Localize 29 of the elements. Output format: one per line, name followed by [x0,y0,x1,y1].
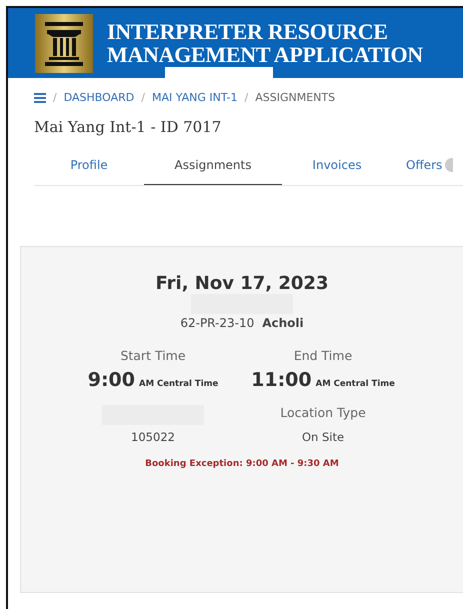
breadcrumb-link[interactable]: ASSIGNMENTS [255,91,336,104]
end-time-label: End Time [294,348,352,363]
assignment-date: Fri, Nov 17, 2023 [156,273,328,294]
time-zone: AM Central Time [139,379,218,389]
time-zone: AM Central Time [316,379,395,389]
language-label: Acholi [262,316,304,330]
app-title: MANAGEMENT APPLICATION [107,43,423,66]
end-time: 11:00 [251,369,312,391]
tab[interactable]: Assignments [144,146,282,185]
location-type: On Site [302,430,344,444]
breadcrumb-separator: / [53,91,57,104]
location-type-label: Location Type [280,405,366,422]
start-time: 9:00 [88,369,135,391]
tab[interactable]: Profile [34,146,144,185]
assignment-code: 62-PR-23-10 [180,316,254,330]
page-title: Mai Yang Int-1 - ID 7017 [34,118,222,136]
tab[interactable]: Offers [392,146,454,185]
breadcrumb-separator: / [141,91,145,104]
booking-exception: Booking Exception: 9:00 AM - 9:30 AM [145,459,339,469]
app-title: INTERPRETER RESOURCE [107,20,389,43]
tab[interactable]: Invoices [282,146,392,185]
start-time-label: Start Time [120,348,186,363]
breadcrumb-separator: / [244,91,248,104]
count-badge [445,158,454,172]
breadcrumb-link[interactable]: DASHBOARD [64,91,134,104]
assignment-number: 105022 [131,430,175,444]
pillar-logo-icon [35,14,93,72]
breadcrumb-link[interactable]: MAI YANG INT-1 [152,91,238,104]
menu-icon[interactable] [34,92,46,102]
